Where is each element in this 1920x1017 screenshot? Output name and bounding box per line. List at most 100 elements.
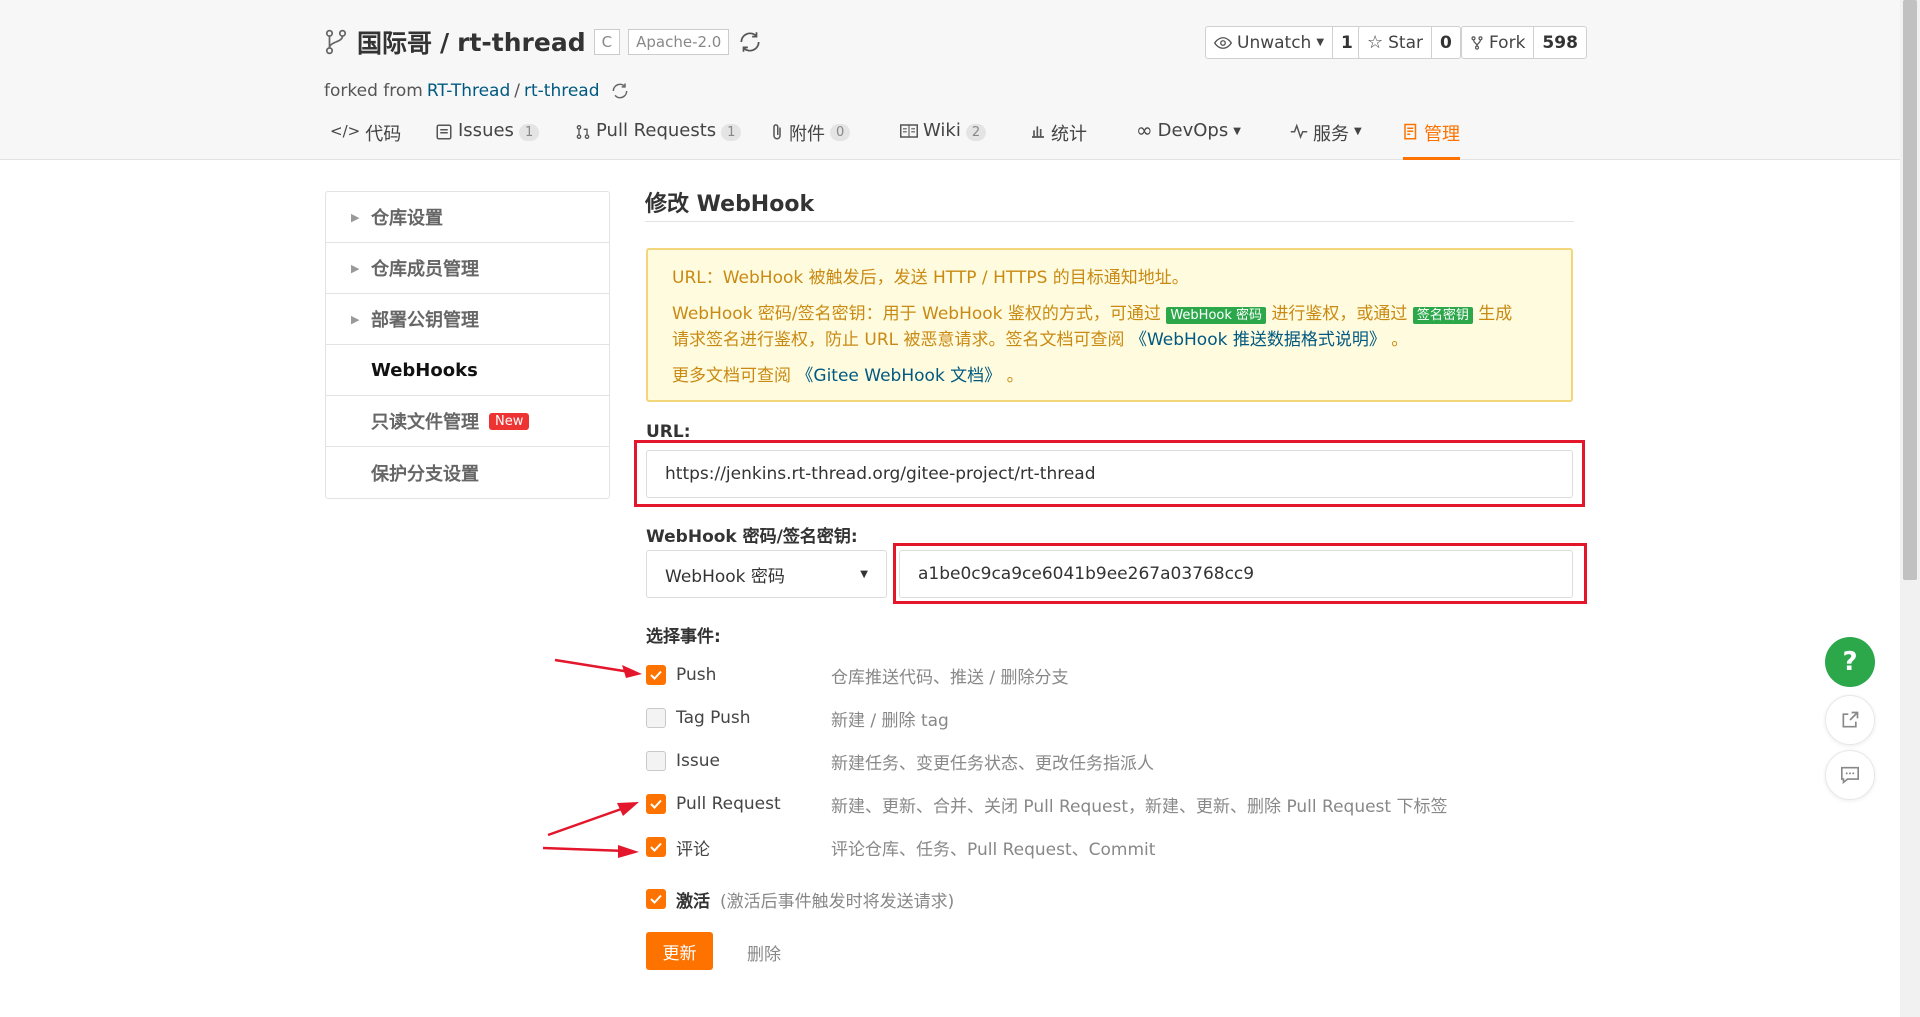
caret-down-icon: ▼ <box>1233 126 1241 137</box>
feedback-button[interactable] <box>1825 750 1875 800</box>
webhook-format-doc-link[interactable]: 《WebHook 推送数据格式说明》 <box>1130 330 1386 350</box>
tab-devops[interactable]: ∞ DevOps ▼ <box>1136 118 1241 160</box>
event-name: Pull Request <box>676 794 781 814</box>
tab-label: Wiki <box>923 120 961 141</box>
tab-attachments[interactable]: 附件 0 <box>770 118 851 160</box>
pulse-icon <box>1290 123 1308 139</box>
event-desc: 仓库推送代码、推送 / 删除分支 <box>831 667 1069 688</box>
notice-line: URL：WebHook 被触发后，发送 HTTP / HTTPS 的目标通知地址… <box>672 266 1547 290</box>
help-button[interactable]: ? <box>1825 637 1875 687</box>
unwatch-button[interactable]: Unwatch ▼ <box>1206 27 1332 58</box>
event-name: Issue <box>676 751 720 771</box>
fork-icon <box>325 29 347 55</box>
tab-pull-requests[interactable]: Pull Requests 1 <box>575 118 742 160</box>
check-icon <box>650 799 662 809</box>
check-icon <box>650 842 662 852</box>
sidebar-item-repo-settings[interactable]: ▶ 仓库设置 <box>326 192 609 243</box>
annotation-arrow <box>554 658 642 678</box>
tab-code[interactable]: </> 代码 <box>330 118 401 160</box>
activate-row: 激活 (激活后事件触发时将发送请求) <box>646 884 954 914</box>
new-badge: New <box>489 412 530 430</box>
tab-issues[interactable]: Issues 1 <box>435 118 540 160</box>
gitee-webhook-doc-link[interactable]: 《Gitee WebHook 文档》 <box>796 366 1001 386</box>
activate-label: 激活 <box>676 891 710 912</box>
pull-request-checkbox[interactable] <box>646 794 666 814</box>
sidebar-item-label: 保护分支设置 <box>371 463 479 485</box>
fork-label: Fork <box>1489 32 1526 53</box>
sidebar-item-deploy-keys[interactable]: ▶ 部署公钥管理 <box>326 294 609 345</box>
caret-down-icon: ▼ <box>860 568 868 580</box>
event-desc: 新建任务、变更任务状态、更改任务指派人 <box>831 753 1154 774</box>
event-name: 评论 <box>676 839 710 860</box>
event-row-tag-push: Tag Push 新建 / 删除 tag <box>646 703 1546 733</box>
tab-label: 代码 <box>365 124 402 145</box>
sidebar-item-members[interactable]: ▶ 仓库成员管理 <box>326 243 609 294</box>
event-row-comment: 评论 评论仓库、任务、Pull Request、Commit <box>646 832 1546 862</box>
book-icon <box>900 124 918 138</box>
tab-count: 0 <box>830 124 851 141</box>
fork-count[interactable]: 598 <box>1533 27 1586 58</box>
check-icon <box>650 670 662 680</box>
star-count[interactable]: 0 <box>1431 27 1460 58</box>
paperclip-icon <box>773 124 781 140</box>
activate-hint: (激活后事件触发时将发送请求) <box>720 891 955 912</box>
sidebar-item-protected-branches[interactable]: 保护分支设置 <box>326 447 609 498</box>
tab-label: 管理 <box>1424 124 1460 145</box>
caret-right-icon: ▶ <box>351 210 360 224</box>
sidebar-item-label: 部署公钥管理 <box>371 310 479 331</box>
notice-text: 更多文档可查阅 <box>672 366 791 386</box>
check-icon <box>650 894 662 904</box>
secret-type-select[interactable]: WebHook 密码 ▼ <box>646 550 887 598</box>
caret-down-icon: ▼ <box>1354 126 1362 137</box>
notice-line: WebHook 密码/签名密钥：用于 WebHook 鉴权的方式，可通过 Web… <box>672 302 1547 352</box>
event-desc: 评论仓库、任务、Pull Request、Commit <box>831 839 1156 860</box>
notice-text: WebHook 密码/签名密钥：用于 WebHook 鉴权的方式，可通过 <box>672 304 1161 324</box>
fork-button[interactable]: Fork <box>1462 27 1533 58</box>
star-group[interactable]: ☆ Star 0 <box>1358 26 1461 59</box>
forked-owner-link[interactable]: RT-Thread <box>427 81 510 101</box>
forked-separator: / <box>514 81 520 101</box>
language-badge[interactable]: C <box>593 29 621 55</box>
comment-checkbox[interactable] <box>646 837 666 857</box>
vertical-scrollbar[interactable] <box>1900 0 1920 1017</box>
repo-owner-link[interactable]: 国际哥 <box>357 24 432 60</box>
highlight-box <box>634 440 1585 507</box>
sidebar-item-label: 仓库成员管理 <box>371 259 479 280</box>
tag-push-checkbox[interactable] <box>646 708 666 728</box>
tab-label: Pull Requests <box>596 120 717 141</box>
event-row-push: Push 仓库推送代码、推送 / 删除分支 <box>646 660 1546 690</box>
tab-services[interactable]: 服务 ▼ <box>1290 118 1362 160</box>
update-button[interactable]: 更新 <box>646 932 713 970</box>
tab-wiki[interactable]: Wiki 2 <box>900 118 987 160</box>
delete-button[interactable]: 删除 <box>747 940 781 965</box>
tab-stats[interactable]: 统计 <box>1030 118 1087 160</box>
license-badge[interactable]: Apache-2.0 <box>628 29 730 55</box>
star-button[interactable]: ☆ Star <box>1359 27 1431 58</box>
sync-icon[interactable] <box>610 81 630 101</box>
notice-text: 生成 <box>1478 304 1513 324</box>
event-desc: 新建、更新、合并、关闭 Pull Request，新建、更新、删除 Pull R… <box>831 796 1448 817</box>
unwatch-group[interactable]: Unwatch ▼ 1 <box>1205 26 1362 59</box>
info-notice: URL：WebHook 被触发后，发送 HTTP / HTTPS 的目标通知地址… <box>646 248 1573 402</box>
share-button[interactable] <box>1825 695 1875 745</box>
tab-count: 2 <box>965 124 987 141</box>
notice-text: 。 <box>1391 330 1409 350</box>
watch-count[interactable]: 1 <box>1332 27 1361 58</box>
forked-repo-link[interactable]: rt-thread <box>524 81 600 101</box>
issue-checkbox[interactable] <box>646 751 666 771</box>
tab-manage[interactable]: 管理 <box>1403 118 1460 160</box>
repo-name-link[interactable]: rt-thread <box>457 28 585 57</box>
document-settings-icon <box>1404 123 1417 140</box>
sidebar-item-webhooks[interactable]: WebHooks <box>326 345 609 396</box>
tab-count: 1 <box>721 124 742 141</box>
activate-checkbox[interactable] <box>646 889 666 909</box>
tab-label: DevOps <box>1157 120 1229 141</box>
fork-group[interactable]: Fork 598 <box>1461 26 1587 59</box>
sync-icon[interactable] <box>737 29 763 55</box>
events-label: 选择事件: <box>646 627 721 647</box>
scrollbar-thumb[interactable] <box>1903 0 1917 580</box>
sidebar-item-readonly-files[interactable]: 只读文件管理 New <box>326 396 609 447</box>
event-row-pull-request: Pull Request 新建、更新、合并、关闭 Pull Request，新建… <box>646 789 1546 819</box>
forked-from: forked from RT-Thread / rt-thread <box>324 81 630 101</box>
repo-header: 国际哥 / rt-thread C Apache-2.0 forked from… <box>0 0 1900 160</box>
